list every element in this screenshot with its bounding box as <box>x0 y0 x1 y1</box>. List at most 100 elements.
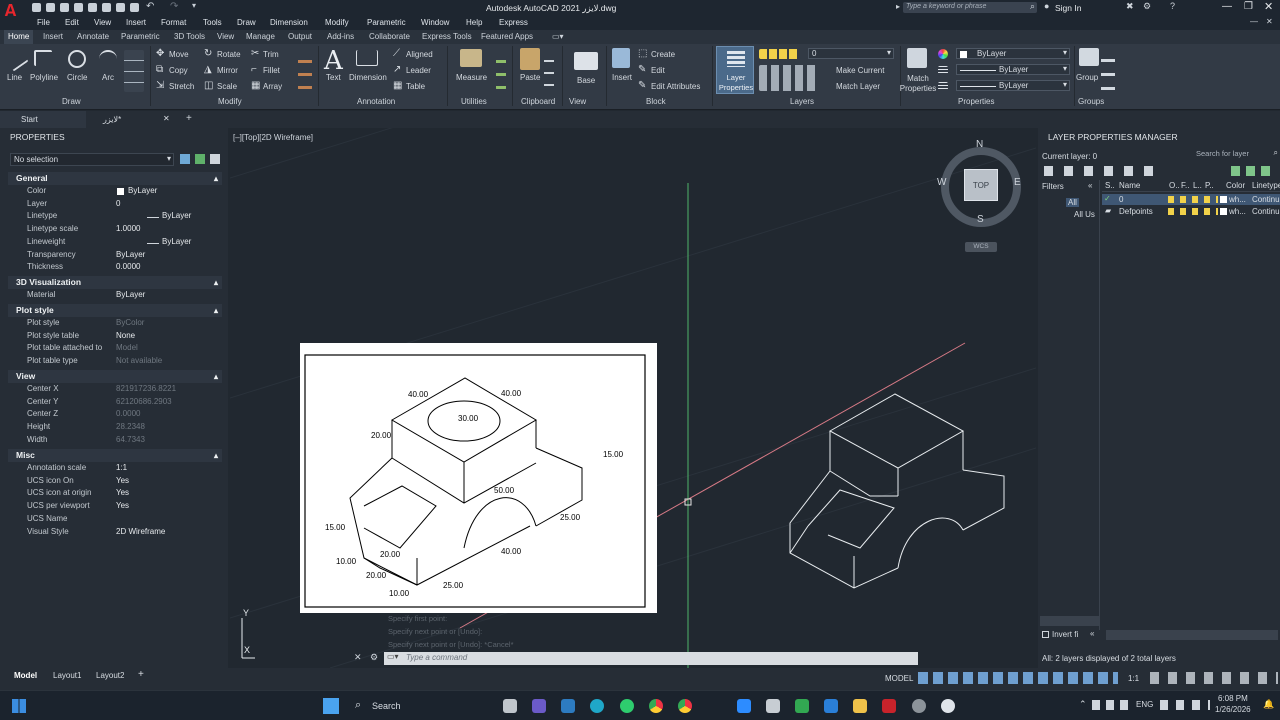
move-icon[interactable]: ✥ <box>156 48 164 59</box>
compass-south[interactable]: S <box>977 214 984 225</box>
col-lock[interactable]: L.. <box>1193 181 1202 190</box>
help-search-input[interactable]: Type a keyword or phrase <box>903 2 1037 13</box>
horizontal-scrollbar[interactable] <box>1040 616 1100 626</box>
table-icon[interactable]: ▦ <box>393 80 402 91</box>
model-space-button[interactable]: MODEL <box>885 674 913 683</box>
stretch-icon[interactable]: ⇲ <box>156 80 164 91</box>
new-file-icon[interactable] <box>32 3 41 12</box>
layers-panel-title[interactable]: Layers <box>790 97 814 106</box>
list-scrollbar[interactable] <box>1106 630 1278 640</box>
property-value[interactable]: ByColor <box>116 318 144 327</box>
property-row[interactable]: Layer 0 <box>8 199 224 211</box>
dimension-button[interactable]: Dimension <box>349 73 387 82</box>
language-indicator[interactable]: ENG <box>1136 700 1153 709</box>
menu-file[interactable]: File <box>37 18 50 27</box>
status-toggle-icons[interactable] <box>918 672 1118 684</box>
layer-dropdown[interactable]: 0 ▾ <box>808 48 894 59</box>
create-block-icon[interactable]: ⬚ <box>638 48 647 59</box>
circle-icon[interactable] <box>68 50 86 68</box>
new-tab-icon[interactable]: + <box>186 113 192 124</box>
arc-icon[interactable] <box>99 50 117 68</box>
col-plot[interactable]: P.. <box>1205 181 1214 190</box>
web-icon[interactable] <box>88 3 97 12</box>
layer-color-swatch[interactable] <box>1220 196 1227 203</box>
insert-block-icon[interactable] <box>612 48 630 68</box>
tab-manage[interactable]: Manage <box>246 32 275 41</box>
properties-section-view[interactable]: View ▴ <box>8 370 222 383</box>
property-row[interactable]: Plot table attached to Model <box>8 343 224 355</box>
group-icon[interactable] <box>1079 48 1099 66</box>
clipboard-panel-title[interactable]: Clipboard <box>521 97 555 106</box>
measure-icon[interactable] <box>460 49 482 67</box>
group-button[interactable]: Group <box>1076 73 1098 82</box>
property-row[interactable]: Plot style ByColor <box>8 318 224 330</box>
layer-refresh-icons[interactable] <box>1231 166 1275 176</box>
insert-button[interactable]: Insert <box>612 73 632 82</box>
add-layout-icon[interactable]: + <box>138 669 144 680</box>
col-on[interactable]: O.. <box>1169 181 1180 190</box>
base-button[interactable]: Base <box>577 76 595 85</box>
windows-logo-icon[interactable] <box>323 698 339 714</box>
layer-name[interactable]: Defpoints <box>1119 207 1153 216</box>
property-row[interactable]: Center X 821917236.8221 <box>8 384 224 396</box>
minimize-button[interactable]: — <box>1222 1 1232 12</box>
property-row[interactable]: UCS icon at origin Yes <box>8 488 224 500</box>
rotate-icon[interactable]: ↻ <box>204 48 212 59</box>
clipboard-extra-icons[interactable] <box>544 50 554 90</box>
properties-section-general[interactable]: General ▴ <box>8 172 222 185</box>
tab-annotate[interactable]: Annotate <box>77 32 109 41</box>
doc-close-button[interactable]: ✕ <box>1266 17 1273 26</box>
paste-button[interactable]: Paste <box>520 73 540 82</box>
layer-name[interactable]: 0 <box>1119 195 1123 204</box>
system-icons[interactable] <box>1160 700 1210 710</box>
edit-attributes-button[interactable]: Edit Attributes <box>651 82 700 91</box>
property-row[interactable]: Transparency ByLayer <box>8 250 224 262</box>
property-row[interactable]: UCS Name <box>8 514 224 526</box>
property-value[interactable]: 28.2348 <box>116 422 145 431</box>
exchange-icon[interactable]: ⚙ <box>1143 1 1151 12</box>
leader-button[interactable]: Leader <box>406 66 431 75</box>
property-value[interactable]: 0.0000 <box>116 262 140 271</box>
scale-icon[interactable]: ◫ <box>204 80 213 91</box>
command-customize-icon[interactable]: ⚙ <box>370 652 378 663</box>
make-current-button[interactable]: Make Current <box>836 66 884 75</box>
sign-in-link[interactable]: Sign In <box>1055 3 1081 13</box>
property-row[interactable]: Center Y 62120686.2903 <box>8 397 224 409</box>
col-color[interactable]: Color <box>1226 181 1245 190</box>
properties-section-plot-style[interactable]: Plot style ▴ <box>8 304 222 317</box>
property-row[interactable]: Center Z 0.0000 <box>8 409 224 421</box>
cart-icon[interactable]: ✖ <box>1126 1 1134 12</box>
property-value[interactable]: ByLayer <box>162 237 191 246</box>
property-value[interactable]: 0.0000 <box>116 409 140 418</box>
text-button[interactable]: Text <box>326 73 341 82</box>
collapse-icon[interactable]: « <box>1090 629 1094 638</box>
property-value[interactable]: Model <box>116 343 138 352</box>
view-panel-title[interactable]: View <box>569 97 586 106</box>
property-row[interactable]: Material ByLayer <box>8 290 224 302</box>
tab-3d-tools[interactable]: 3D Tools <box>174 32 205 41</box>
aligned-icon[interactable]: ⟋ <box>393 48 400 59</box>
selection-dropdown[interactable]: No selection ▾ <box>10 153 174 166</box>
property-row[interactable]: Color ByLayer <box>8 186 224 198</box>
property-value[interactable]: 0 <box>116 199 120 208</box>
edge-icon[interactable] <box>590 699 604 713</box>
windows-start-icon[interactable] <box>12 699 26 713</box>
copy-icon[interactable]: ⧉ <box>156 64 163 75</box>
close-button[interactable]: ✕ <box>1264 0 1273 13</box>
collapse-chevron-icon[interactable]: ▴ <box>214 304 218 317</box>
property-row[interactable]: Width 64.7343 <box>8 435 224 447</box>
tray-icons[interactable] <box>1092 700 1128 710</box>
layer-color[interactable]: wh... <box>1229 195 1246 204</box>
command-close-icon[interactable]: ✕ <box>354 652 362 663</box>
arc-button[interactable]: Arc <box>102 73 114 82</box>
linetype-icon[interactable] <box>938 82 948 90</box>
property-value[interactable]: 62120686.2903 <box>116 397 172 406</box>
file-explorer-icon[interactable] <box>853 699 867 713</box>
property-value[interactable]: ByLayer <box>116 250 145 259</box>
layer-row[interactable]: ✓ 0 wh... Continu <box>1102 194 1280 205</box>
property-value[interactable]: 1:1 <box>116 463 127 472</box>
match-properties-button[interactable]: Match Properties <box>898 74 938 94</box>
layer-color-swatch[interactable] <box>1220 208 1227 215</box>
toggle-pickadd-icon[interactable] <box>180 154 190 164</box>
group-extra-icons[interactable] <box>1101 48 1115 92</box>
